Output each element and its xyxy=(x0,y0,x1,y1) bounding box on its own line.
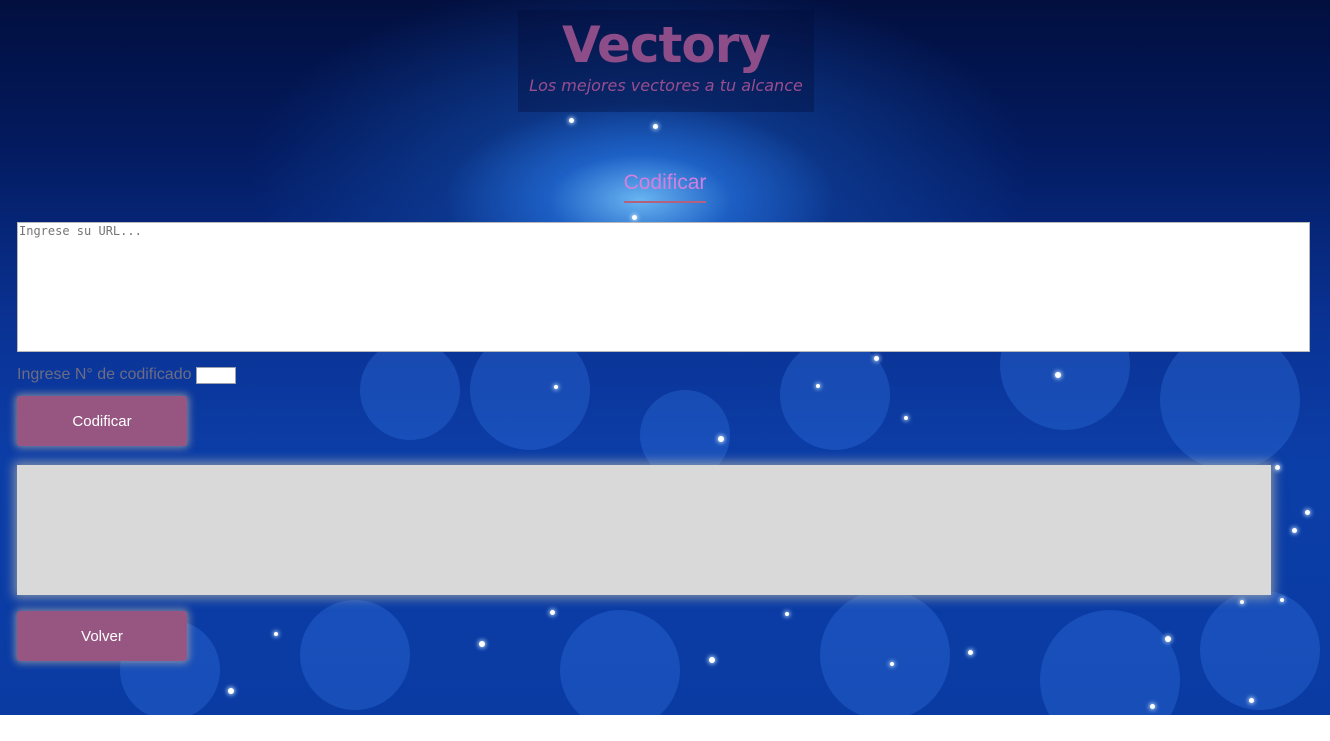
code-number-row: Ingrese N° de codificado xyxy=(17,364,236,386)
sparkle xyxy=(874,356,879,361)
sparkle xyxy=(816,384,820,388)
sparkle xyxy=(569,118,574,123)
sparkle xyxy=(1165,636,1171,642)
sparkle xyxy=(1305,510,1310,515)
bokeh-light xyxy=(300,600,410,710)
bokeh-light xyxy=(360,340,460,440)
sparkle xyxy=(1150,704,1155,709)
sparkle xyxy=(1280,598,1284,602)
sparkle xyxy=(228,688,234,694)
sparkle xyxy=(709,657,715,663)
encode-button[interactable]: Codificar xyxy=(17,396,187,446)
sparkle xyxy=(550,610,555,615)
bokeh-light xyxy=(1200,590,1320,710)
sparkle xyxy=(1275,465,1280,470)
sparkle xyxy=(653,124,658,129)
sparkle xyxy=(1249,698,1254,703)
logo-wordmark: Vectory xyxy=(561,16,771,74)
sparkle xyxy=(1292,528,1297,533)
url-input[interactable] xyxy=(17,222,1310,352)
page-title: Codificar xyxy=(623,171,707,203)
back-button[interactable]: Volver xyxy=(17,611,187,661)
bokeh-light xyxy=(560,610,680,715)
site-logo: Vectory Los mejores vectores a tu alcanc… xyxy=(518,10,814,112)
sparkle xyxy=(1240,600,1244,604)
sparkle xyxy=(554,385,558,389)
page-title-container: Codificar xyxy=(0,171,1330,203)
sparkle xyxy=(632,215,637,220)
sparkle xyxy=(718,436,724,442)
sparkle xyxy=(479,641,485,647)
logo-tagline: Los mejores vectores a tu alcance xyxy=(529,76,803,95)
output-box xyxy=(17,465,1271,595)
bokeh-light xyxy=(1040,610,1180,715)
sparkle xyxy=(1055,372,1061,378)
sparkle xyxy=(785,612,789,616)
sparkle xyxy=(904,416,908,420)
code-number-label: Ingrese N° de codificado xyxy=(17,366,192,383)
page-background: Vectory Los mejores vectores a tu alcanc… xyxy=(0,0,1330,715)
code-number-input[interactable] xyxy=(195,366,236,384)
sparkle xyxy=(968,650,973,655)
sparkle xyxy=(274,632,278,636)
sparkle xyxy=(890,662,894,666)
bokeh-light xyxy=(820,590,950,715)
